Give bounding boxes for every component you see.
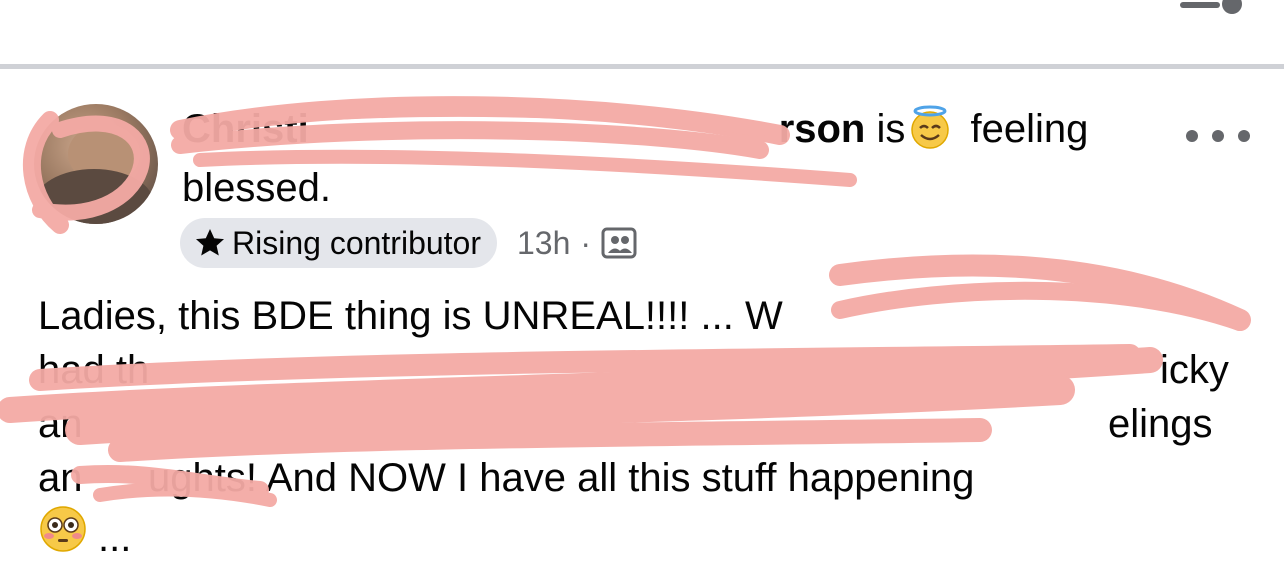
previous-post-footer: [0, 0, 1284, 64]
badge-label: Rising contributor: [232, 224, 481, 261]
smiling-face-with-halo-icon: [911, 105, 950, 149]
post-meta: Rising contributor 13h ·: [180, 218, 637, 268]
group-members-icon[interactable]: [601, 227, 637, 259]
feed-divider: [0, 64, 1284, 69]
body-line-3: an: [38, 402, 83, 446]
more-options-button[interactable]: [1186, 118, 1250, 154]
body-line-4: an: [38, 456, 83, 500]
slider-control-icon[interactable]: [1180, 0, 1250, 14]
body-line-5-ellipsis: ...: [98, 516, 132, 560]
feeling-prefix: is: [876, 107, 906, 151]
body-line-4-rest: ughts! And NOW I have all this stuff hap…: [148, 456, 975, 500]
more-dot-icon: [1186, 130, 1198, 142]
star-icon: [196, 229, 224, 256]
more-dot-icon: [1238, 130, 1250, 142]
more-dot-icon: [1212, 130, 1224, 142]
author-name-end[interactable]: rson: [779, 107, 866, 151]
avatar-photo: [34, 124, 154, 224]
feeling-line-2[interactable]: blessed.: [182, 164, 331, 212]
post-timestamp[interactable]: 13h: [517, 225, 570, 262]
author-name[interactable]: Christi: [182, 107, 309, 151]
body-line-3-end: elings: [1108, 402, 1213, 446]
post-header: Christi rson is feeling: [182, 104, 1088, 154]
rising-contributor-badge[interactable]: Rising contributor: [180, 218, 497, 268]
body-line-2: had th: [38, 348, 150, 392]
body-line-1: Ladies, this BDE thing is UNREAL!!!! ...…: [38, 294, 783, 338]
body-line-2-end: icky: [1160, 348, 1229, 392]
avatar[interactable]: [34, 104, 158, 224]
meta-separator: ·: [580, 224, 592, 261]
flushed-face-icon: [40, 506, 86, 552]
feeling-word: feeling: [970, 107, 1089, 151]
